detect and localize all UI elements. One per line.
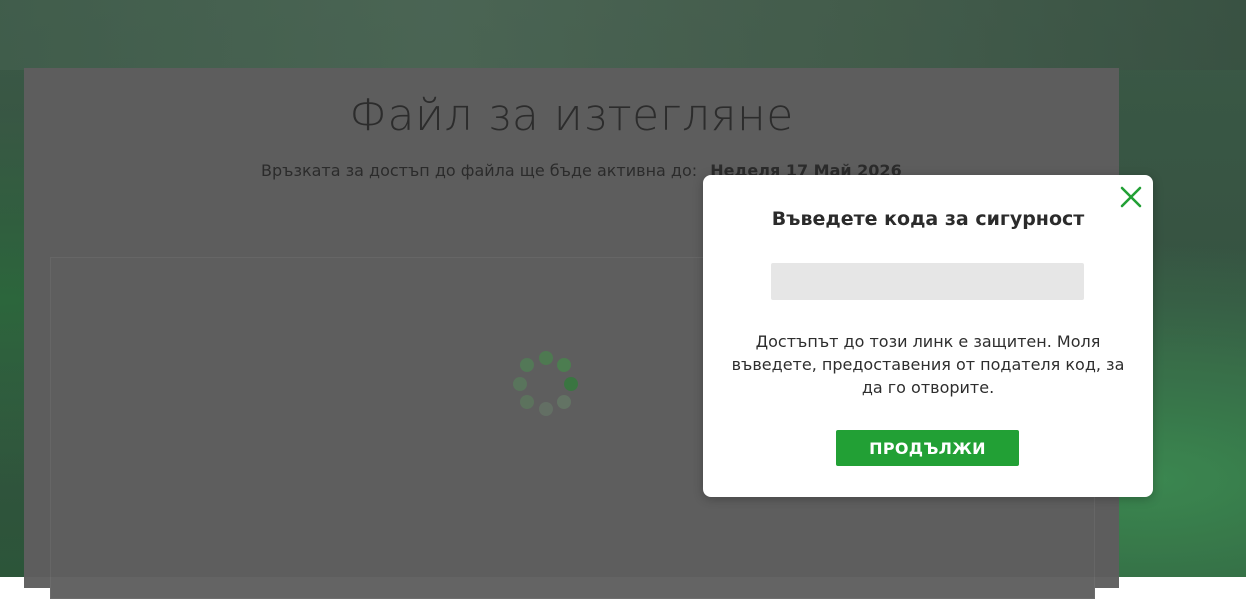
close-icon[interactable] (1119, 185, 1143, 209)
security-code-input[interactable] (771, 263, 1084, 300)
dialog-message: Достъпът до този линк е защитен. Моля въ… (731, 332, 1125, 397)
security-code-dialog: Въведете кода за сигурност Достъпът до т… (703, 175, 1153, 497)
continue-button[interactable]: ПРОДЪЛЖИ (836, 430, 1019, 466)
dialog-title: Въведете кода за сигурност (771, 208, 1085, 230)
